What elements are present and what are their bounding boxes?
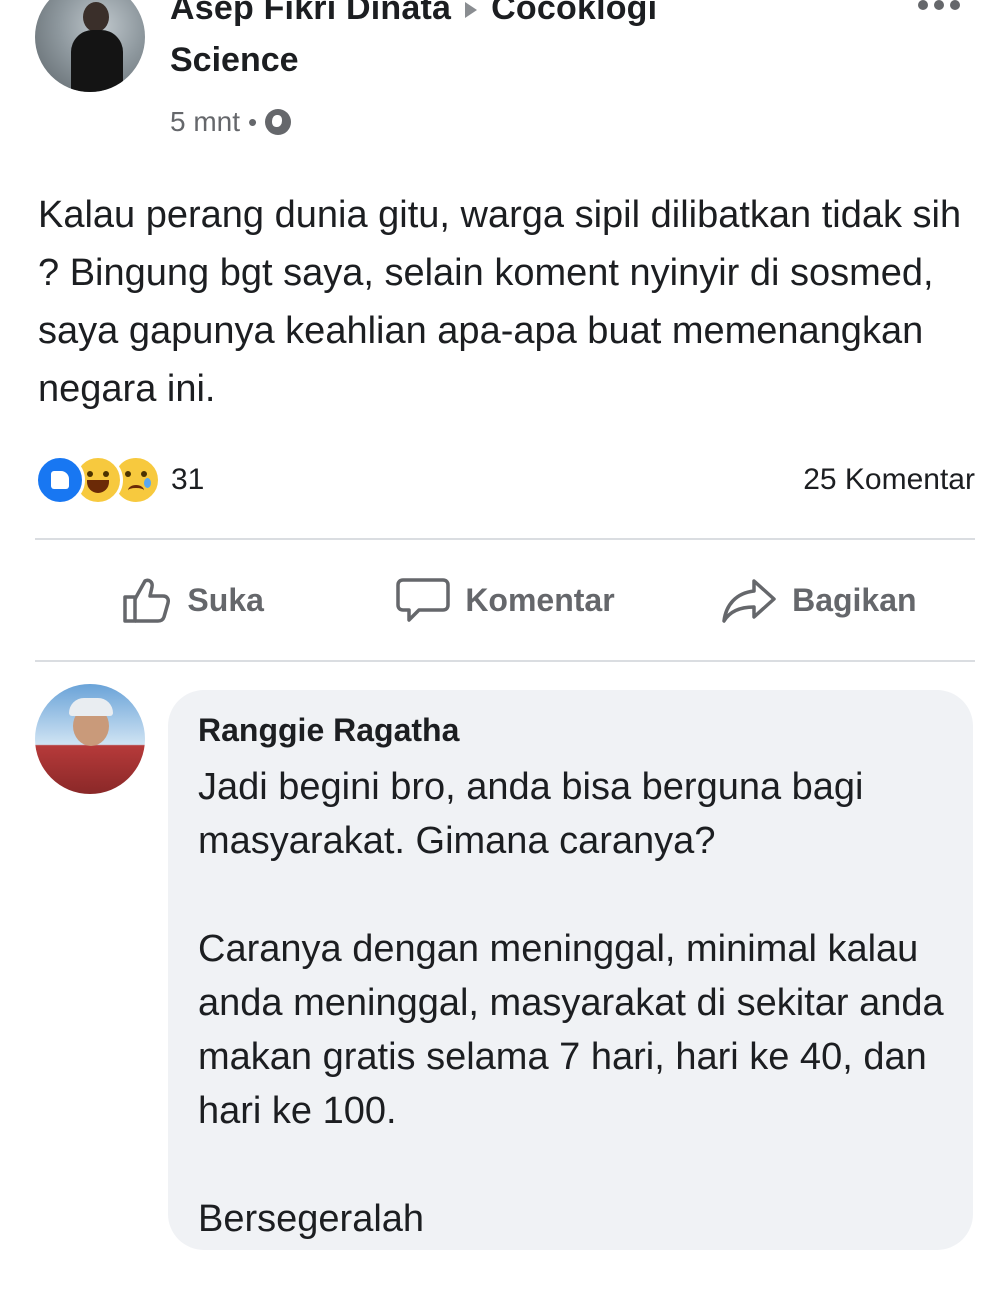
- comment-icon: [396, 578, 451, 622]
- commenter-name[interactable]: Ranggie Ragatha: [198, 712, 459, 749]
- share-button[interactable]: Bagikan: [662, 575, 975, 625]
- face-mouth: [128, 485, 144, 496]
- like-icon: [35, 455, 85, 505]
- post-meta: 5 mnt •: [170, 106, 292, 138]
- group-name-line2[interactable]: Science: [170, 34, 657, 86]
- commenter-avatar[interactable]: [35, 684, 145, 794]
- thumbs-up-icon: [123, 578, 171, 623]
- reactions-summary[interactable]: 31: [35, 455, 204, 505]
- comment-paragraph: Bersegeralah: [198, 1198, 425, 1240]
- tear: [144, 478, 151, 488]
- share-label: Bagikan: [792, 581, 917, 618]
- author-line: Asep Fikri Dinata Cocoklogi: [170, 0, 657, 34]
- reaction-count: 31: [171, 463, 205, 496]
- avatar-figure-body: [71, 30, 123, 92]
- share-icon: [722, 579, 776, 623]
- face-eyes: [125, 471, 147, 477]
- post-text: Kalau perang dunia gitu, warga sipil dil…: [38, 194, 962, 410]
- comments-count[interactable]: 25 Komentar: [803, 463, 975, 497]
- thumb-shape: [51, 471, 69, 489]
- comment-bubble: Ranggie Ragatha Jadi begini bro, anda bi…: [168, 690, 973, 1250]
- author-avatar[interactable]: [35, 0, 145, 92]
- group-name[interactable]: Cocoklogi: [491, 0, 657, 27]
- meta-separator: •: [248, 106, 258, 137]
- arrow-right-icon: [465, 2, 478, 19]
- comment-paragraph: Jadi begini bro, anda bisa berguna bagi …: [198, 766, 864, 862]
- post-header-text: Asep Fikri Dinata Cocoklogi Science: [170, 0, 657, 86]
- more-dot: [918, 0, 928, 10]
- avatar-figure-head: [83, 2, 109, 32]
- like-label: Suka: [187, 581, 264, 618]
- like-button[interactable]: Suka: [35, 575, 348, 625]
- author-name[interactable]: Asep Fikri Dinata: [170, 0, 451, 27]
- comment: Ranggie Ragatha Jadi begini bro, anda bi…: [0, 684, 1000, 1250]
- more-dot: [950, 0, 960, 10]
- post-header: Asep Fikri Dinata Cocoklogi Science 5 mnt…: [0, 0, 1000, 150]
- post-actions: Suka Komentar Bagikan: [35, 540, 975, 660]
- divider: [35, 660, 975, 662]
- post-time[interactable]: 5 mnt: [170, 106, 240, 138]
- face-eyes: [87, 471, 109, 477]
- avatar-figure-cap: [69, 698, 113, 716]
- globe-icon: [265, 109, 292, 135]
- reactions-row: 31 25 Komentar: [35, 455, 975, 505]
- comment-button[interactable]: Komentar: [348, 574, 661, 626]
- comment-text: Jadi begini bro, anda bisa berguna bagi …: [198, 760, 958, 1300]
- comment-label: Komentar: [465, 581, 615, 618]
- face-mouth: [87, 480, 109, 493]
- more-icon[interactable]: [918, 0, 960, 10]
- comment-paragraph: Caranya dengan meninggal, minimal kalau …: [198, 928, 944, 1132]
- more-dot: [934, 0, 944, 10]
